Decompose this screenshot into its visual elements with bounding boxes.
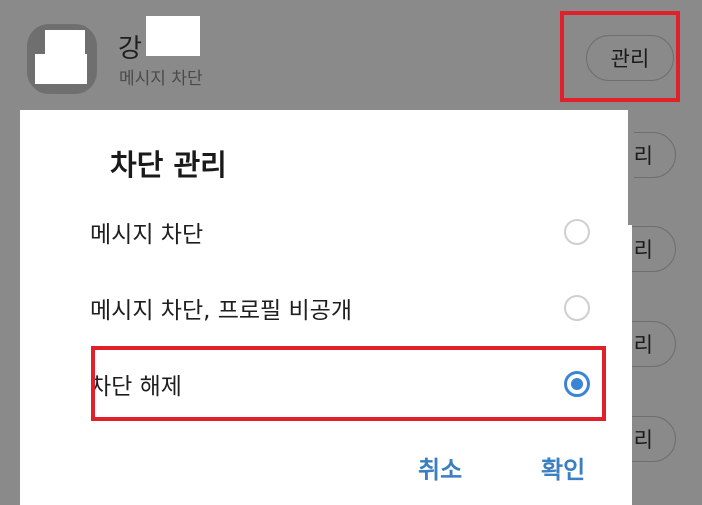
option-label: 메시지 차단 xyxy=(90,222,204,248)
contact-status: 메시지 차단 xyxy=(119,69,203,89)
dialog-title: 차단 관리 xyxy=(110,148,227,182)
option-message-block[interactable]: 메시지 차단 xyxy=(90,204,590,260)
highlight-box-unblock xyxy=(91,346,606,421)
confirm-button[interactable]: 확인 xyxy=(541,450,585,485)
cancel-button[interactable]: 취소 xyxy=(418,450,462,485)
name-redaction xyxy=(146,16,200,56)
option-message-block-private-profile[interactable]: 메시지 차단, 프로필 비공개 xyxy=(90,280,590,336)
contact-avatar xyxy=(27,24,97,94)
option-label: 메시지 차단, 프로필 비공개 xyxy=(90,298,353,324)
radio-unchecked[interactable] xyxy=(564,295,590,321)
highlight-box-manage xyxy=(560,11,680,102)
contact-name: 강 xyxy=(118,34,142,64)
dialog-edge xyxy=(628,110,634,225)
radio-unchecked[interactable] xyxy=(564,219,590,245)
